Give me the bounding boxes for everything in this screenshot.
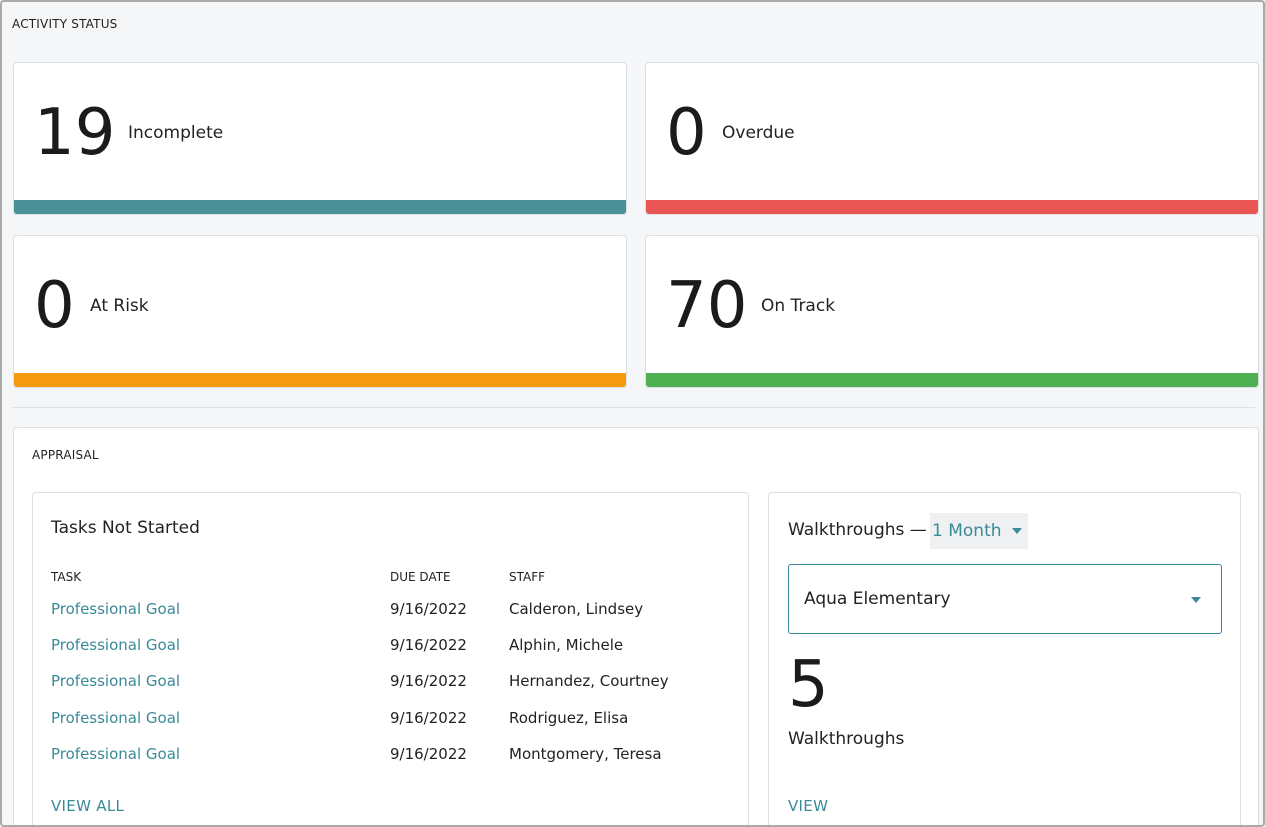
on-track-label: On Track	[761, 296, 836, 316]
due-date-cell: 9/16/2022	[390, 672, 467, 690]
task-column-header: TASK	[51, 570, 82, 584]
walkthroughs-title: Walkthroughs —	[788, 520, 927, 540]
table-row: Professional Goal 9/16/2022 Montgomery, …	[33, 745, 748, 775]
stat-card-at-risk[interactable]: 0 At Risk	[13, 235, 627, 388]
school-selected-value: Aqua Elementary	[804, 589, 951, 609]
staff-column-header: STAFF	[509, 570, 546, 584]
walkthroughs-count-label: Walkthroughs	[788, 729, 905, 749]
appraisal-section: APPRAISAL Tasks Not Started TASK DUE DAT…	[13, 427, 1259, 825]
task-link[interactable]: Professional Goal	[51, 709, 180, 727]
at-risk-status-bar	[14, 373, 626, 387]
walkthroughs-panel: Walkthroughs — 1 Month Aqua Elementary 5…	[768, 492, 1241, 825]
staff-cell: Calderon, Lindsey	[509, 600, 644, 618]
school-dropdown[interactable]: Aqua Elementary	[788, 564, 1222, 634]
stat-card-overdue[interactable]: 0 Overdue	[645, 62, 1259, 215]
overdue-status-bar	[646, 200, 1258, 214]
section-divider	[12, 407, 1255, 408]
task-link[interactable]: Professional Goal	[51, 600, 180, 618]
period-selected-value: 1 Month	[932, 521, 1002, 541]
at-risk-label: At Risk	[90, 296, 149, 316]
task-link[interactable]: Professional Goal	[51, 672, 180, 690]
at-risk-count: 0	[34, 269, 75, 343]
view-walkthroughs-link[interactable]: VIEW	[788, 797, 828, 815]
period-dropdown[interactable]: 1 Month	[930, 513, 1028, 549]
table-row: Professional Goal 9/16/2022 Alphin, Mich…	[33, 636, 748, 666]
due-date-cell: 9/16/2022	[390, 600, 467, 618]
activity-status-label: ACTIVITY STATUS	[12, 17, 118, 31]
due-date-column-header: DUE DATE	[390, 570, 451, 584]
incomplete-status-bar	[14, 200, 626, 214]
incomplete-label: Incomplete	[128, 123, 224, 143]
stat-card-incomplete[interactable]: 19 Incomplete	[13, 62, 627, 215]
on-track-count: 70	[666, 269, 748, 343]
staff-cell: Rodriguez, Elisa	[509, 709, 629, 727]
tasks-panel-title: Tasks Not Started	[51, 518, 200, 538]
table-row: Professional Goal 9/16/2022 Hernandez, C…	[33, 672, 748, 702]
caret-down-icon	[1191, 597, 1201, 603]
task-link[interactable]: Professional Goal	[51, 745, 180, 763]
due-date-cell: 9/16/2022	[390, 636, 467, 654]
tasks-not-started-panel: Tasks Not Started TASK DUE DATE STAFF Pr…	[32, 492, 749, 825]
stat-card-on-track[interactable]: 70 On Track	[645, 235, 1259, 388]
on-track-status-bar	[646, 373, 1258, 387]
table-row: Professional Goal 9/16/2022 Rodriguez, E…	[33, 709, 748, 739]
appraisal-label: APPRAISAL	[32, 448, 99, 462]
due-date-cell: 9/16/2022	[390, 745, 467, 763]
staff-cell: Hernandez, Courtney	[509, 672, 669, 690]
staff-cell: Alphin, Michele	[509, 636, 624, 654]
dashboard-frame: ACTIVITY STATUS 19 Incomplete 0 Overdue …	[0, 0, 1265, 827]
incomplete-count: 19	[34, 96, 116, 170]
table-row: Professional Goal 9/16/2022 Calderon, Li…	[33, 600, 748, 630]
caret-down-icon	[1011, 528, 1022, 534]
view-all-link[interactable]: VIEW ALL	[51, 797, 124, 815]
overdue-label: Overdue	[722, 123, 795, 143]
overdue-count: 0	[666, 96, 707, 170]
task-link[interactable]: Professional Goal	[51, 636, 180, 654]
walkthroughs-count: 5	[788, 648, 829, 722]
due-date-cell: 9/16/2022	[390, 709, 467, 727]
staff-cell: Montgomery, Teresa	[509, 745, 662, 763]
